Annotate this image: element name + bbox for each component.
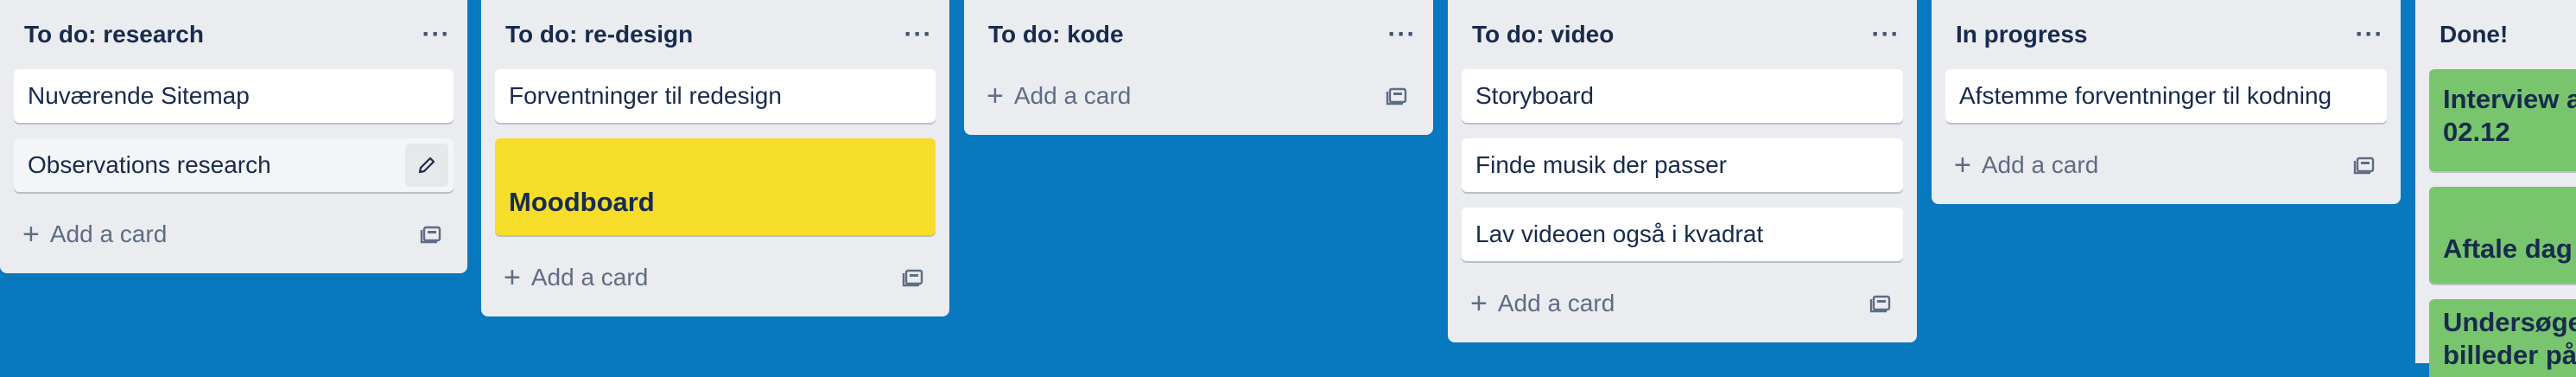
card-title: Observations research [28,151,271,178]
card-template-icon[interactable] [2351,150,2380,180]
card-template-icon[interactable] [1383,81,1412,111]
add-card-row[interactable]: + Add a card [1462,277,1903,330]
list-todo-video: To do: video ··· Storyboard Finde musik … [1448,0,1917,342]
plus-icon: + [22,218,40,251]
more-horizontal-icon[interactable]: ··· [1869,17,1903,52]
add-card-label[interactable]: Add a card [1014,82,1131,110]
more-horizontal-icon[interactable]: ··· [419,17,454,52]
list-done: Done! Interview a 02.12 Aftale dag Under… [2415,0,2576,377]
card-title-line: billeder på [2443,340,2576,370]
list-todo-redesign: To do: re-design ··· Forventninger til r… [481,0,949,316]
card-template-icon[interactable] [417,220,447,249]
card-title-line: Interview a [2443,84,2576,114]
card-green-cover[interactable]: Interview a 02.12 [2429,69,2576,171]
card[interactable]: Nuværende Sitemap [14,69,454,123]
card-green-cover[interactable]: Aftale dag [2429,187,2576,284]
list-header[interactable]: In progress ··· [1945,0,2387,69]
card-title-line: Undersøge [2443,307,2576,337]
card-yellow-cover[interactable]: Moodboard [495,138,936,235]
more-horizontal-icon[interactable]: ··· [2352,17,2387,52]
list-header[interactable]: To do: video ··· [1462,0,1903,69]
more-horizontal-icon[interactable]: ··· [1385,17,1419,52]
add-card-label[interactable]: Add a card [50,220,167,248]
list-title[interactable]: To do: kode [988,21,1124,48]
add-card-label[interactable]: Add a card [1982,151,2098,179]
card[interactable]: Observations research [14,138,454,192]
add-card-label[interactable]: Add a card [1498,290,1615,317]
card[interactable]: Afstemme forventninger til kodning [1945,69,2387,123]
list-title[interactable]: In progress [1956,21,2087,48]
list-in-progress: In progress ··· Afstemme forventninger t… [1932,0,2401,204]
card[interactable]: Finde musik der passer [1462,138,1903,192]
card-title: Aftale dag [2443,233,2573,264]
card-green-cover[interactable]: Undersøge billeder på [2429,299,2576,377]
card[interactable]: Forventninger til redesign [495,69,936,123]
plus-icon: + [1470,287,1488,320]
card-template-icon[interactable] [899,263,929,292]
add-card-row[interactable]: + Add a card [1945,138,2387,192]
list-header[interactable]: To do: research ··· [14,0,454,69]
list-title[interactable]: To do: research [24,21,204,48]
list-todo-kode: To do: kode ··· + Add a card [964,0,1433,135]
card-title-line: 02.12 [2443,117,2510,147]
list-todo-research: To do: research ··· Nuværende Sitemap Ob… [0,0,467,273]
add-card-row[interactable]: + Add a card [14,208,454,261]
list-title[interactable]: To do: video [1472,21,1614,48]
more-horizontal-icon[interactable]: ··· [901,17,936,52]
add-card-row[interactable]: + Add a card [978,69,1419,123]
list-header[interactable]: Done! [2429,0,2576,69]
card[interactable]: Lav videoen også i kvadrat [1462,208,1903,261]
list-title[interactable]: Done! [2440,21,2508,48]
card[interactable]: Storyboard [1462,69,1903,123]
list-header[interactable]: To do: kode ··· [978,0,1419,69]
add-card-label[interactable]: Add a card [531,264,648,291]
add-card-row[interactable]: + Add a card [495,251,936,304]
card-template-icon[interactable] [1867,289,1896,318]
pencil-icon[interactable] [405,144,448,187]
list-title[interactable]: To do: re-design [505,21,693,48]
plus-icon: + [987,80,1004,112]
plus-icon: + [1954,149,1971,182]
plus-icon: + [504,261,521,294]
list-header[interactable]: To do: re-design ··· [495,0,936,69]
